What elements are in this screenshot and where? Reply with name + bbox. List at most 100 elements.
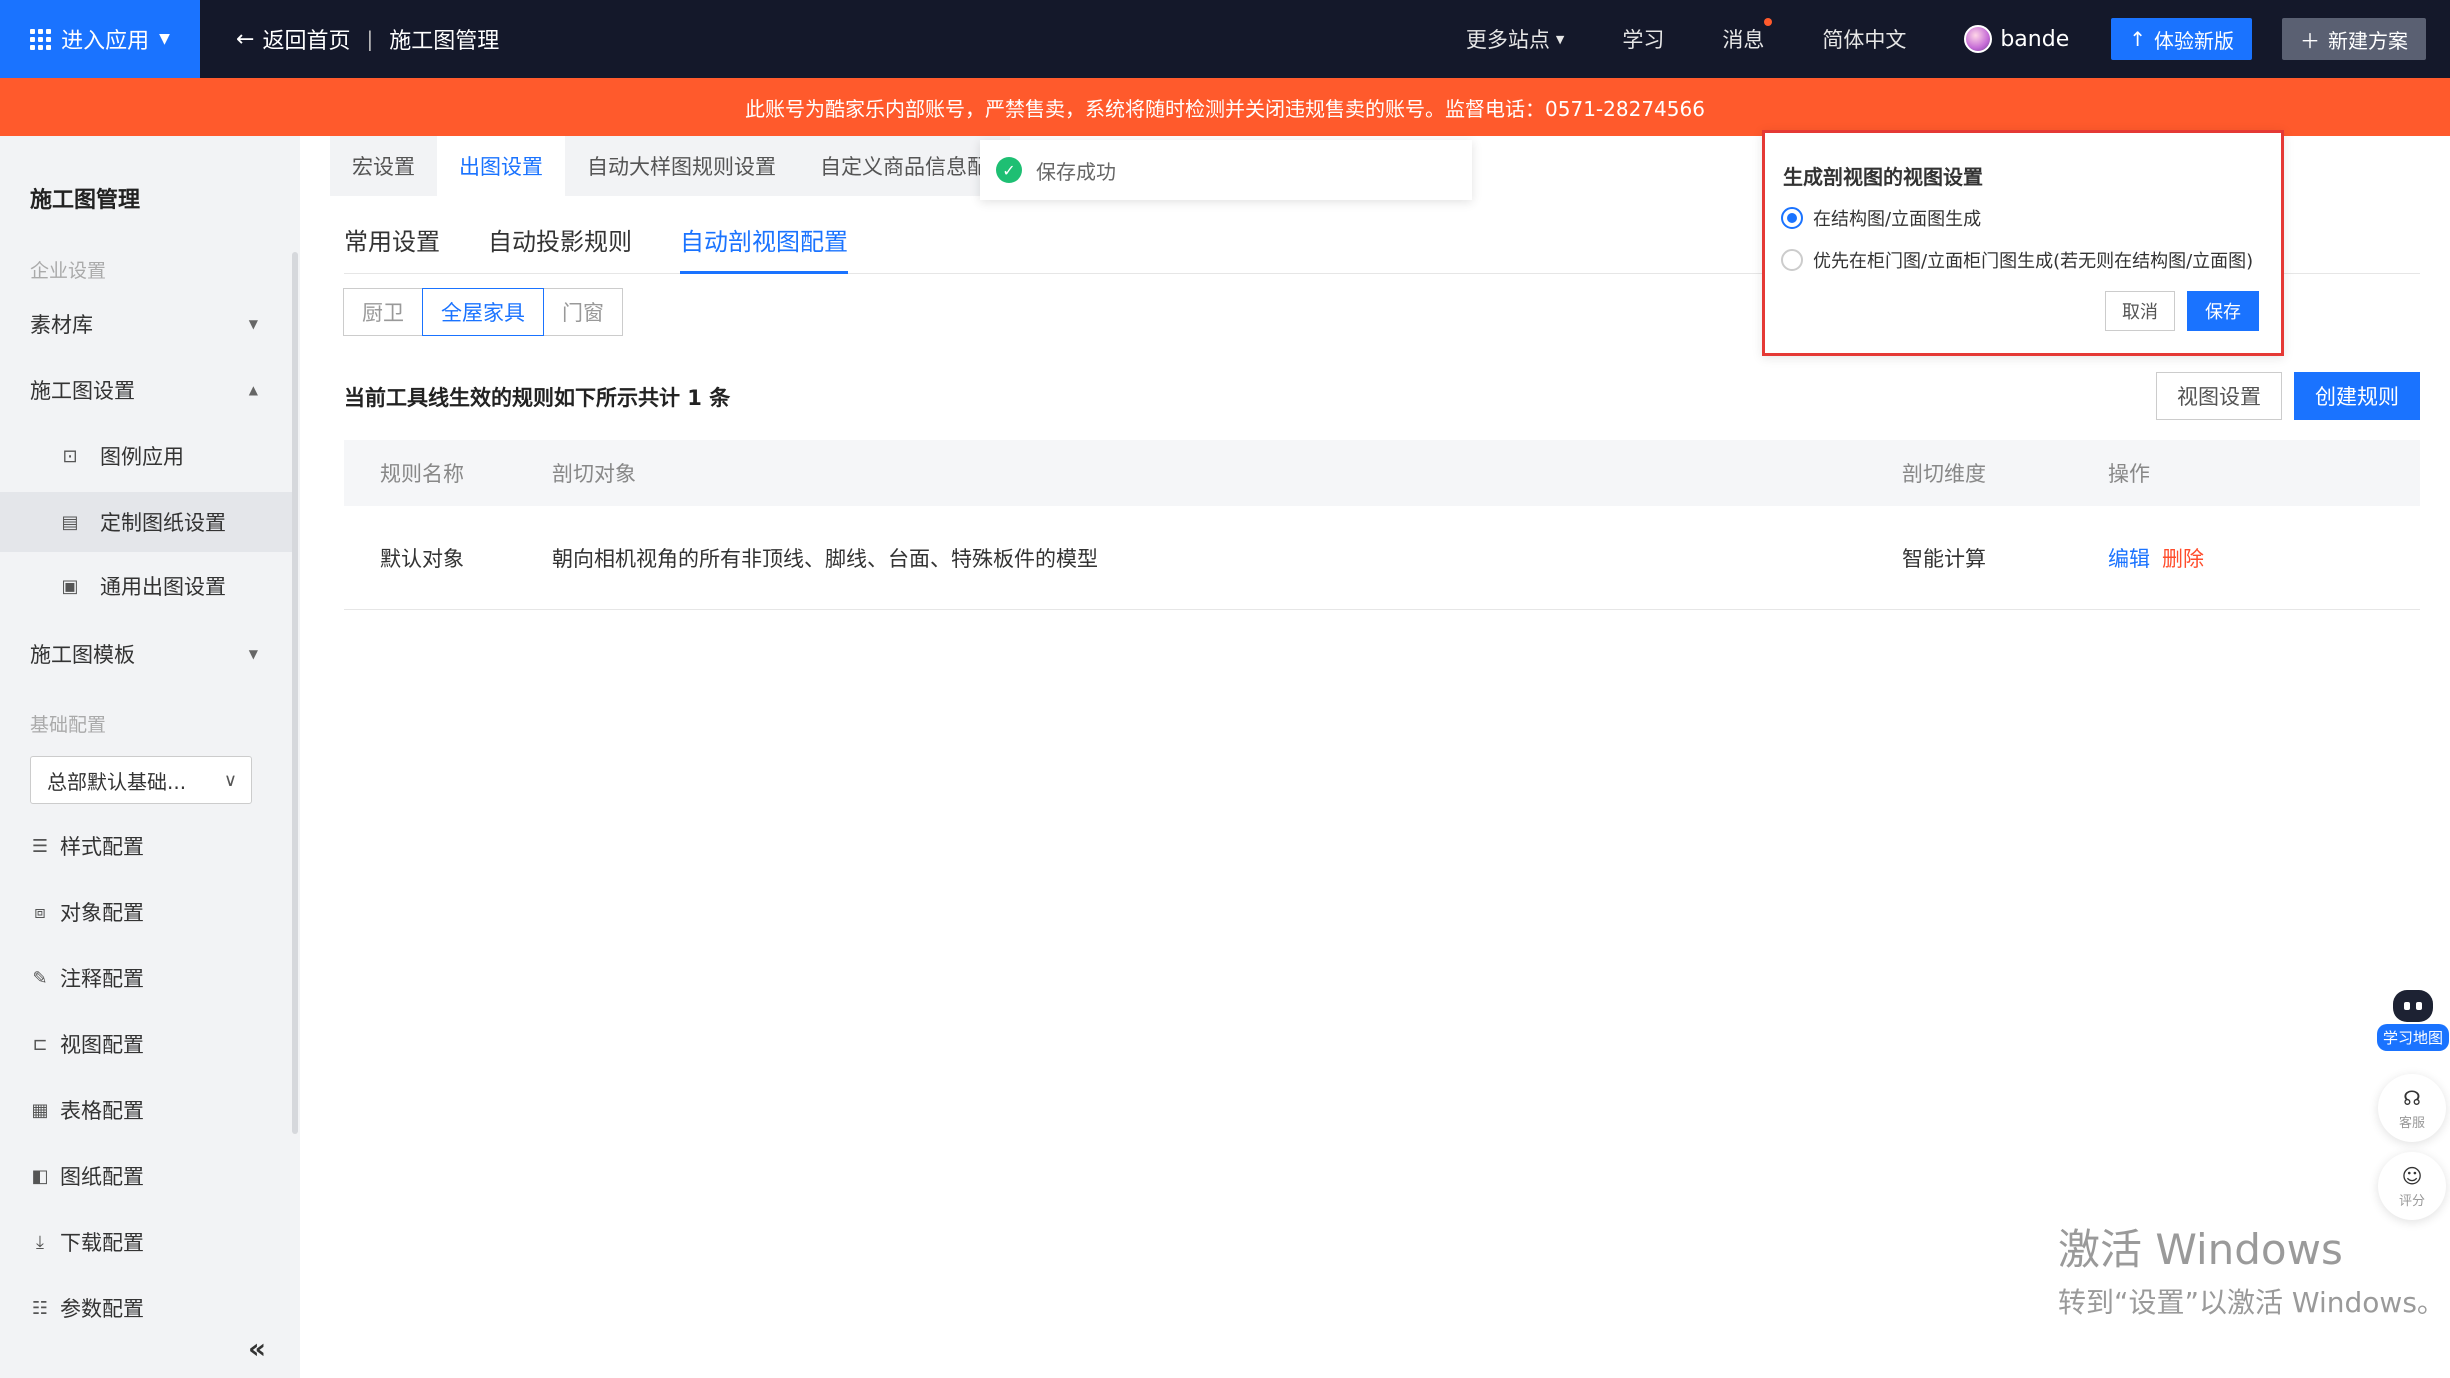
sidebar: 施工图管理 企业设置 素材库 ▼ 施工图设置 ▲ ⊡ 图例应用 ▤ 定制图纸设置… (0, 136, 300, 1378)
sidebar-title: 施工图管理 (30, 188, 141, 213)
caret-down-icon: ▼ (248, 317, 258, 331)
sidebar-item-custom-drawing[interactable]: ▤ 定制图纸设置 (0, 492, 292, 552)
tab-auto-section-view-config[interactable]: 自动剖视图配置 (680, 222, 848, 274)
sidebar-item-label: 施工图设置 (30, 379, 135, 403)
sidebar-item-label: 对象配置 (60, 901, 144, 925)
sidebar-item-label: 注释配置 (60, 967, 144, 991)
smile-icon: ☺ (2401, 1163, 2423, 1188)
more-sites-label: 更多站点 (1465, 28, 1550, 52)
sidebar-item-label: 视图配置 (60, 1033, 144, 1057)
customer-service-button[interactable]: ☊ 客服 (2378, 1074, 2446, 1142)
rules-table: 规则名称 剖切对象 剖切维度 操作 默认对象 朝向相机视角的所有非顶线、脚线、台… (344, 440, 2420, 610)
legend-icon: ⊡ (62, 445, 78, 467)
sidebar-item-label: 下载配置 (60, 1231, 144, 1255)
sidebar-item-construction-settings[interactable]: 施工图设置 ▲ (0, 362, 292, 418)
chevron-down-icon: ∨ (223, 769, 237, 791)
toast-message: 保存成功 (1036, 159, 1116, 184)
user-menu[interactable]: bande (1964, 25, 2069, 53)
breadcrumb-separator: | (366, 27, 374, 51)
rate-label: 评分 (2398, 1193, 2425, 1209)
sidebar-scrollbar[interactable] (292, 252, 298, 1134)
download-icon: ⤓ (36, 1231, 44, 1253)
notification-dot (1764, 18, 1773, 26)
watermark-line2: 转到“设置”以激活 Windows。 (2058, 1286, 2445, 1319)
learning-map-widget[interactable]: 学习地图 (2376, 990, 2450, 1060)
breadcrumb-current: 施工图管理 (389, 29, 500, 54)
language-switch[interactable]: 简体中文 (1822, 24, 1906, 54)
col-actions: 操作 (2108, 462, 2150, 486)
sidebar-item-object-config[interactable]: ⧈ 对象配置 (0, 884, 292, 940)
view-icon: ⊏ (32, 1033, 48, 1055)
table-icon: ▦ (31, 1099, 49, 1121)
try-new-version-button[interactable]: ↑ 体验新版 (2111, 18, 2252, 60)
arrow-left-icon: ← (236, 26, 255, 52)
radio-checked[interactable] (1781, 207, 1803, 229)
back-home-link[interactable]: ← 返回首页 (236, 23, 350, 55)
plus-icon: ＋ (2300, 28, 2320, 53)
rating-button[interactable]: ☺ 评分 (2378, 1152, 2446, 1220)
avatar (1964, 25, 1993, 53)
option-structure-elevation[interactable]: 在结构图/立面图生成 (1781, 205, 1981, 231)
basic-config-select[interactable]: 总部默认基础... ∨ (30, 756, 252, 804)
sidebar-item-view-config[interactable]: ⊏ 视图配置 (0, 1016, 292, 1072)
new-plan-button[interactable]: ＋ 新建方案 (2282, 18, 2426, 60)
save-button[interactable]: 保存 (2187, 291, 2259, 331)
sidebar-item-label: 通用出图设置 (100, 575, 226, 599)
create-rule-button[interactable]: 创建规则 (2294, 372, 2420, 420)
sidebar-item-style-config[interactable]: ☰ 样式配置 (0, 818, 292, 874)
delete-link[interactable]: 删除 (2162, 543, 2204, 573)
sidebar-item-general-output[interactable]: ▣ 通用出图设置 (0, 558, 292, 614)
table-row: 默认对象 朝向相机视角的所有非顶线、脚线、台面、特殊板件的模型 智能计算 编辑 … (344, 506, 2420, 610)
cell-actions: 编辑 删除 (2108, 543, 2408, 573)
tab-common-settings[interactable]: 常用设置 (344, 222, 440, 274)
more-sites-menu[interactable]: 更多站点 ▼ (1466, 24, 1564, 54)
tab-auto-projection-rules[interactable]: 自动投影规则 (488, 222, 632, 274)
popover-title: 生成剖视图的视图设置 (1783, 165, 1983, 189)
view-settings-button[interactable]: 视图设置 (2156, 372, 2282, 420)
sidebar-item-download-config[interactable]: ⤓ 下载配置 (0, 1214, 292, 1270)
try-new-label: 体验新版 (2154, 28, 2234, 53)
caret-up-icon: ▲ (248, 383, 258, 397)
object-icon: ⧈ (34, 901, 46, 923)
list-icon: ☷ (31, 1297, 49, 1319)
sidebar-item-drawing-config[interactable]: ◧ 图纸配置 (0, 1148, 292, 1204)
pen-icon: ✎ (32, 967, 48, 989)
caret-down-icon: ▼ (248, 647, 258, 661)
sidebar-item-material-lib[interactable]: 素材库 ▼ (0, 296, 292, 352)
arrow-up-icon: ↑ (2129, 27, 2146, 51)
edit-link[interactable]: 编辑 (2108, 543, 2150, 573)
sidebar-item-param-config[interactable]: ☷ 参数配置 (0, 1280, 292, 1336)
sidebar-item-template[interactable]: 施工图模板 ▼ (0, 626, 292, 682)
top-right-area: 更多站点 ▼ 学习 消息 简体中文 bande ↑ 体验新版 ＋ 新建方案 (1466, 0, 2450, 78)
tab-custom-product-info[interactable]: 自定义商品信息配 (798, 136, 1010, 196)
section-view-settings-popover: 生成剖视图的视图设置 在结构图/立面图生成 优先在柜门图/立面柜门图生成(若无则… (1762, 130, 2284, 356)
learning-map-label: 学习地图 (2376, 1024, 2449, 1051)
radio-unchecked[interactable] (1781, 249, 1803, 271)
option-label: 在结构图/立面图生成 (1813, 209, 1982, 230)
sidebar-item-table-config[interactable]: ▦ 表格配置 (0, 1082, 292, 1138)
sidebar-item-label: 样式配置 (60, 835, 144, 859)
sidebar-item-legend-apply[interactable]: ⊡ 图例应用 (0, 428, 292, 484)
tab-output-settings[interactable]: 出图设置 (437, 136, 565, 196)
windows-activation-watermark: 激活 Windows 转到“设置”以激活 Windows。 (2058, 1216, 2445, 1321)
learn-link[interactable]: 学习 (1622, 24, 1664, 54)
sidebar-section-enterprise: 企业设置 (30, 260, 107, 282)
messages-link[interactable]: 消息 (1722, 18, 1773, 54)
cancel-button[interactable]: 取消 (2105, 291, 2175, 331)
sidebar-item-label: 图例应用 (100, 445, 184, 469)
tab-macro-settings[interactable]: 宏设置 (330, 136, 437, 196)
segment-kitchen-bath[interactable]: 厨卫 (343, 288, 423, 336)
file-gear-icon: ▣ (61, 575, 79, 597)
sidebar-item-annotation-config[interactable]: ✎ 注释配置 (0, 950, 292, 1006)
cell-section-dimension: 智能计算 (1902, 546, 1986, 571)
tab-auto-detail-rules[interactable]: 自动大样图规则设置 (565, 136, 798, 196)
option-cabinet-door-first[interactable]: 优先在柜门图/立面柜门图生成(若无则在结构图/立面图) (1781, 247, 2253, 273)
table-header: 规则名称 剖切对象 剖切维度 操作 (344, 440, 2420, 506)
check-circle-icon: ✓ (996, 157, 1022, 183)
app-entry-button[interactable]: 进入应用 ▼ (0, 0, 200, 78)
segment-doors-windows[interactable]: 门窗 (543, 288, 623, 336)
segment-whole-house-furniture[interactable]: 全屋家具 (422, 288, 544, 336)
warning-banner: 此账号为酷家乐内部账号，严禁售卖，系统将随时检测并关闭违规售卖的账号。监督电话：… (0, 78, 2450, 136)
collapse-sidebar-icon[interactable]: « (248, 1332, 266, 1365)
category-segmented-control: 厨卫 全屋家具 门窗 (343, 288, 623, 336)
